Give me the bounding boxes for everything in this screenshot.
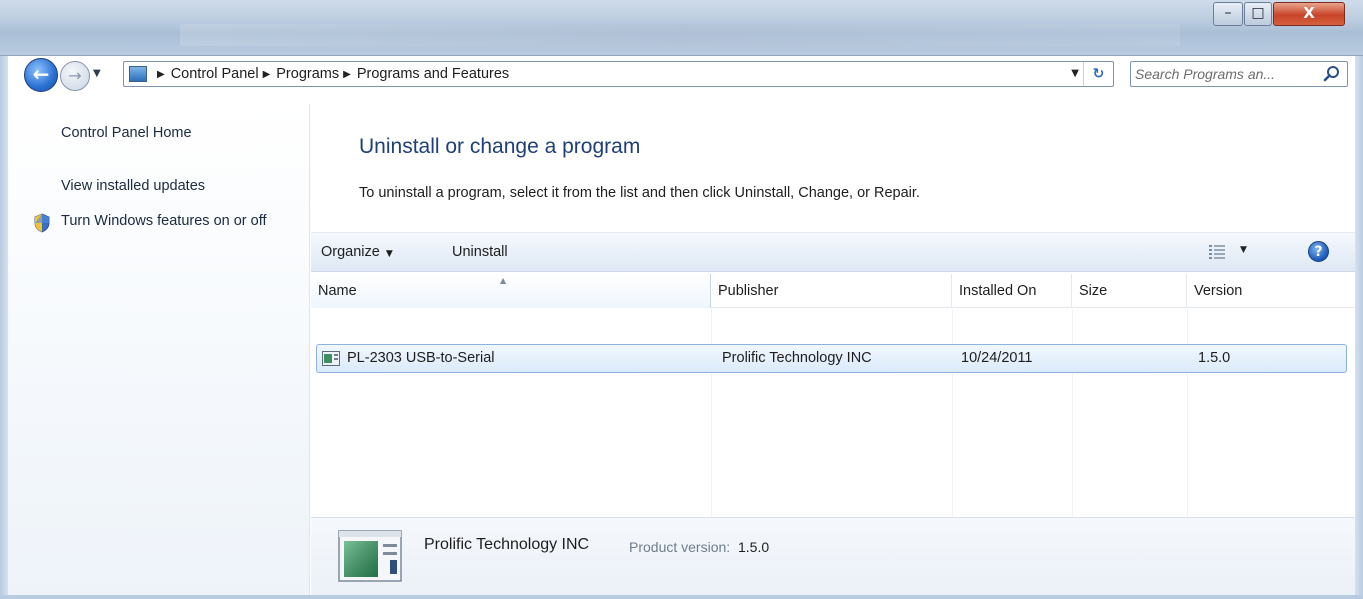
window-titlebar: – □ X — [0, 0, 1363, 56]
organize-chevron-down-icon: ▼ — [385, 249, 393, 259]
minimize-icon: – — [1224, 5, 1232, 21]
views-chevron-down-icon[interactable]: ▼ — [1240, 245, 1247, 255]
command-bar: Organize ▼ Uninstall ▼ ? — [311, 232, 1355, 272]
navigation-pane: Control Panel Home View installed update… — [8, 104, 310, 595]
main-content: Uninstall or change a program To uninsta… — [311, 104, 1355, 595]
program-publisher: Prolific Technology INC — [722, 350, 872, 366]
close-icon: X — [1303, 4, 1315, 22]
program-name: PL-2303 USB-to-Serial — [347, 350, 495, 366]
uac-shield-icon — [34, 213, 50, 233]
column-header-name-label: Name — [318, 283, 357, 299]
program-installed-on: 10/24/2011 — [961, 350, 1033, 366]
breadcrumb-separator-icon[interactable]: ▶ — [263, 69, 271, 80]
minimize-button[interactable]: – — [1213, 2, 1243, 26]
column-divider — [1072, 309, 1073, 517]
breadcrumb-control-panel[interactable]: Control Panel — [171, 66, 259, 82]
address-bar[interactable]: ▶ Control Panel ▶ Programs ▶ Programs an… — [123, 61, 1114, 87]
breadcrumb-programs[interactable]: Programs — [276, 66, 339, 82]
search-input[interactable] — [1135, 64, 1315, 84]
column-divider — [1187, 309, 1188, 517]
search-box[interactable] — [1130, 61, 1348, 87]
close-button[interactable]: X — [1273, 2, 1345, 26]
page-description: To uninstall a program, select it from t… — [359, 185, 920, 201]
list-header: Name ▲ Publisher Installed On Size Versi… — [311, 274, 1355, 308]
titlebar-background — [180, 24, 1180, 46]
back-button[interactable]: ← — [24, 58, 58, 92]
list-item[interactable]: PL-2303 USB-to-Serial Prolific Technolog… — [316, 344, 1347, 373]
uninstall-button[interactable]: Uninstall — [452, 244, 508, 260]
details-publisher: Prolific Technology INC — [424, 536, 590, 553]
view-installed-updates-link[interactable]: View installed updates — [61, 178, 205, 194]
window-frame-right — [1355, 56, 1363, 599]
back-arrow-icon: ← — [32, 62, 50, 86]
forward-arrow-icon: → — [68, 66, 82, 85]
column-header-installed-on[interactable]: Installed On — [952, 274, 1072, 308]
program-large-icon — [338, 530, 402, 582]
help-icon[interactable]: ? — [1308, 241, 1329, 262]
change-view-icon[interactable] — [1209, 245, 1225, 259]
forward-button[interactable]: → — [60, 61, 90, 91]
details-version-value: 1.5.0 — [738, 539, 770, 555]
program-icon — [322, 351, 340, 366]
programs-list: PL-2303 USB-to-Serial Prolific Technolog… — [311, 309, 1355, 517]
details-version-label: Product version: — [629, 539, 731, 555]
column-header-publisher[interactable]: Publisher — [711, 274, 952, 308]
column-divider — [952, 309, 953, 517]
program-version: 1.5.0 — [1198, 350, 1231, 366]
recent-pages-dropdown[interactable]: ▼ — [93, 68, 101, 79]
organize-button[interactable]: Organize ▼ — [321, 244, 393, 260]
turn-windows-features-link[interactable]: Turn Windows features on or off — [61, 212, 301, 231]
refresh-button[interactable]: ↻ — [1083, 62, 1113, 86]
column-divider — [711, 309, 712, 517]
column-header-size[interactable]: Size — [1072, 274, 1187, 308]
sort-ascending-icon: ▲ — [500, 276, 507, 285]
breadcrumb-programs-and-features[interactable]: Programs and Features — [357, 66, 509, 82]
maximize-button[interactable]: □ — [1244, 2, 1272, 26]
control-panel-icon — [129, 66, 147, 82]
window-frame-bottom — [0, 595, 1363, 599]
breadcrumb-separator-icon[interactable]: ▶ — [343, 69, 351, 80]
search-icon[interactable] — [1323, 65, 1341, 83]
page-title: Uninstall or change a program — [359, 135, 641, 158]
column-header-name[interactable]: Name ▲ — [311, 274, 711, 308]
details-pane: Prolific Technology INC Product version:… — [311, 517, 1355, 595]
control-panel-home-link[interactable]: Control Panel Home — [61, 125, 192, 141]
organize-label: Organize — [321, 244, 380, 260]
window-frame-left — [0, 56, 8, 599]
column-header-version[interactable]: Version — [1187, 274, 1347, 308]
breadcrumb-separator-icon[interactable]: ▶ — [157, 69, 165, 80]
address-dropdown-icon[interactable]: ▼ — [1071, 68, 1079, 79]
maximize-icon: □ — [1251, 5, 1265, 21]
